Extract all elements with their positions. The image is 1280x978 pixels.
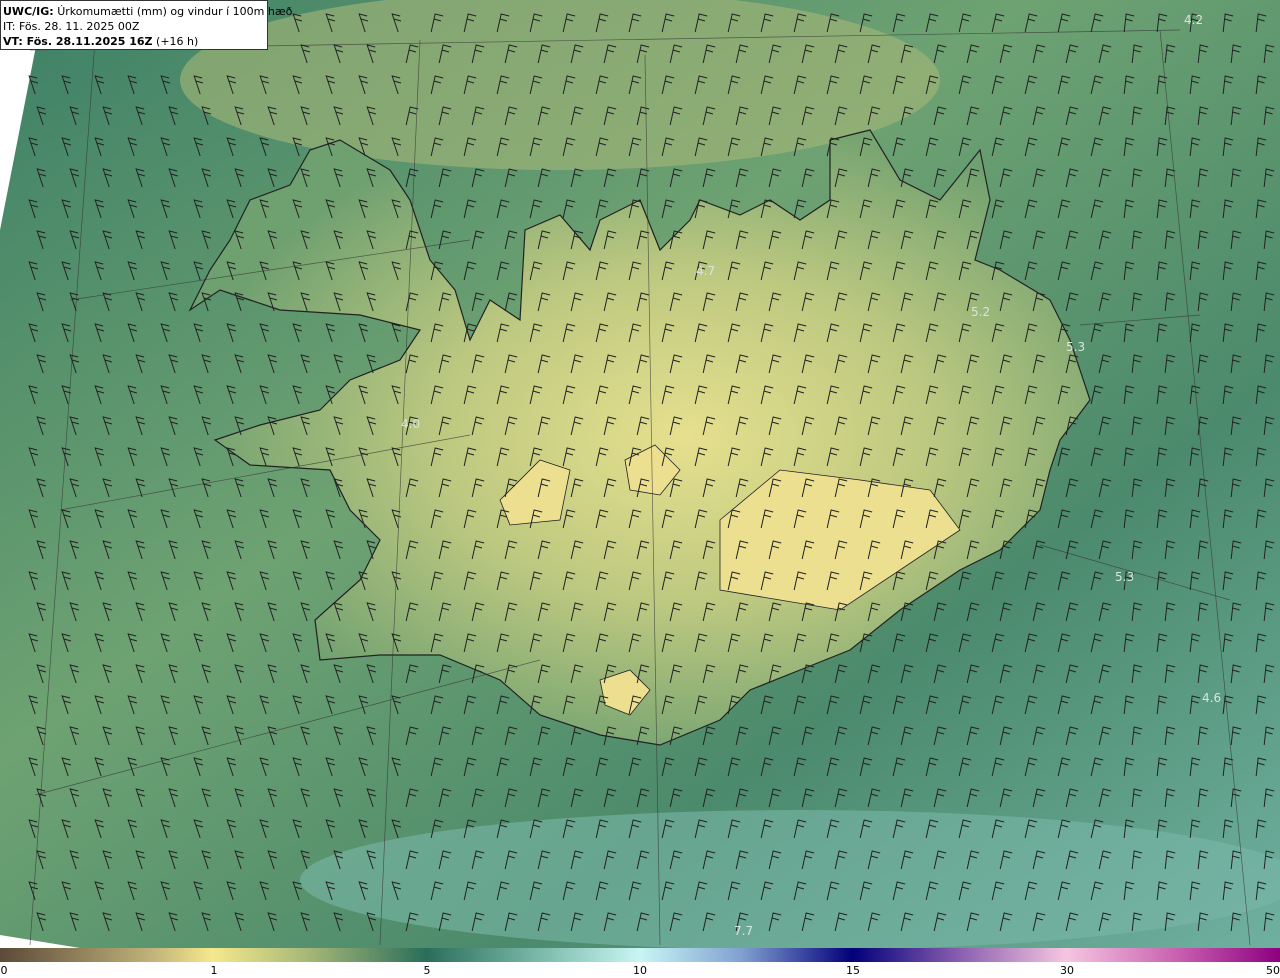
valid-line: VT: Fös. 28.11.2025 16Z (+16 h): [3, 34, 265, 49]
colorbar: [0, 948, 1280, 962]
map-value-label: 5.3: [1115, 570, 1135, 584]
product-line: UWC/IG: Úrkomumætti (mm) og vindur í 100…: [3, 4, 292, 19]
colorbar-tick: 1: [210, 964, 218, 977]
product-description: Úrkomumætti (mm) og vindur í 100m hæð: [57, 5, 293, 18]
map-value-label: 4.2: [1184, 13, 1204, 27]
map-value-label: 5.2: [971, 305, 991, 319]
map-value-label: 4.7: [696, 264, 716, 278]
colorbar-tick: 5: [423, 964, 431, 977]
colorbar-tick: 10: [633, 964, 647, 977]
colorbar-tick: 50: [1266, 964, 1280, 977]
colorbar-tick: 15: [846, 964, 860, 977]
precipitation-map: [0, 0, 1280, 948]
colorbar-tick: 30: [1060, 964, 1074, 977]
map-value-label: 7.7: [734, 924, 754, 938]
map-value-label: 4.0: [401, 417, 421, 431]
colorbar-tick: 0: [0, 964, 8, 977]
valid-time: VT: Fös. 28.11.2025 16Z: [3, 35, 153, 48]
map-value-label: 5.3: [1066, 340, 1086, 354]
map-title-box: UWC/IG: Úrkomumætti (mm) og vindur í 100…: [0, 0, 292, 50]
valid-offset: (+16 h): [156, 35, 199, 48]
product-label: UWC/IG:: [3, 5, 54, 18]
map-value-label: 4.6: [1202, 691, 1222, 705]
init-time: IT: Fös. 28. 11. 2025 00Z: [3, 20, 140, 33]
